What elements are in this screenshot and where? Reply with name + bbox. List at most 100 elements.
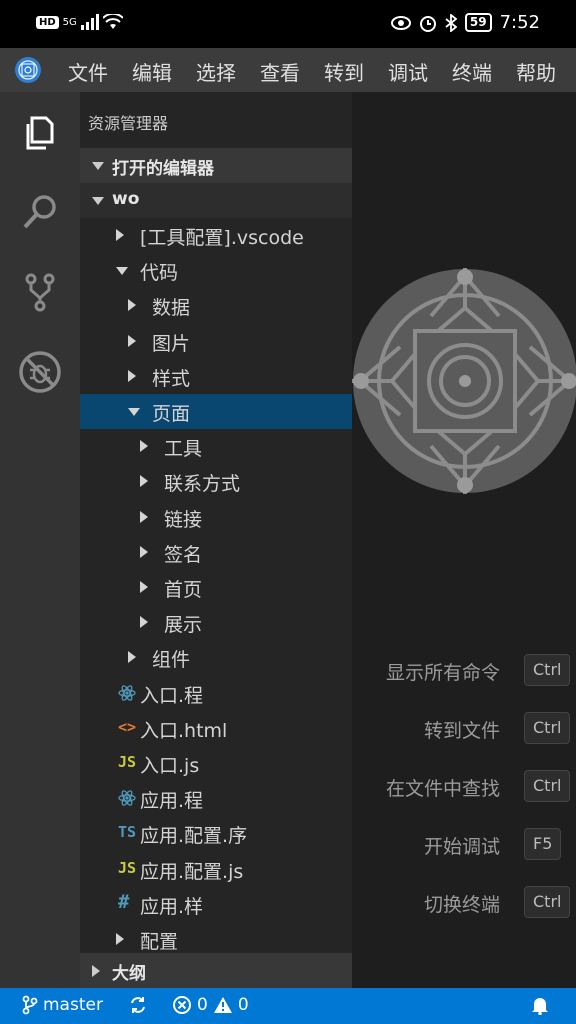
menu-debug[interactable]: 调试 <box>388 57 428 86</box>
html-file-icon: <> <box>118 717 137 736</box>
tree-item-label: 链接 <box>164 508 203 531</box>
folder-item[interactable]: 组件 <box>80 640 352 675</box>
folder-item[interactable]: 首页 <box>80 570 352 605</box>
shortcut-toggle-terminal: 切换终端 Ctrl <box>352 886 576 920</box>
tree-item-label: 组件 <box>152 649 191 672</box>
menu-view[interactable]: 查看 <box>260 57 300 86</box>
shortcut-label: 在文件中查找 <box>385 778 500 800</box>
system-indicators: 59 7:52 <box>390 12 540 33</box>
notifications-button[interactable] <box>530 995 550 1015</box>
shortcut-go-to-file: 转到文件 Ctrl <box>352 712 576 746</box>
tree-item-label: 应用.程 <box>140 790 204 813</box>
tree-item-label: 签名 <box>164 543 203 566</box>
phone-status-bar: HD 5G 59 7:52 <box>0 0 576 48</box>
wifi-icon <box>102 14 123 29</box>
file-item[interactable]: JS 入口.js <box>80 746 352 781</box>
outline-label: 大纲 <box>112 964 146 984</box>
debug-icon[interactable] <box>18 350 62 394</box>
shortcut-label: 显示所有命令 <box>385 662 500 684</box>
workspace-label: wo <box>112 189 140 209</box>
chevron-right-icon <box>116 933 124 945</box>
folder-item[interactable]: 图片 <box>80 324 352 359</box>
shortcut-find-in-files: 在文件中查找 Ctrl <box>352 770 576 804</box>
source-control-icon[interactable] <box>18 270 62 314</box>
menu-terminal[interactable]: 终端 <box>452 57 492 86</box>
editor-watermark-logo <box>352 268 576 494</box>
chevron-right-icon <box>128 651 136 664</box>
folder-item[interactable]: [工具配置].vscode <box>80 218 352 253</box>
git-branch-icon <box>22 995 38 1015</box>
chevron-down-icon <box>92 162 104 170</box>
js-file-icon: JS <box>118 753 137 771</box>
warning-count: 0 <box>237 995 249 1015</box>
file-item[interactable]: JS 应用.配置.js <box>80 852 352 887</box>
chevron-right-icon <box>140 545 148 558</box>
bell-icon <box>532 998 548 1015</box>
folder-item[interactable]: 链接 <box>80 500 352 535</box>
problems-indicator[interactable]: 0 0 <box>172 995 249 1015</box>
menu-go[interactable]: 转到 <box>324 57 364 86</box>
folder-item[interactable]: 样式 <box>80 359 352 394</box>
sync-button[interactable] <box>128 995 148 1015</box>
file-item[interactable]: <> 入口.html <box>80 711 352 746</box>
chevron-right-icon <box>128 369 136 382</box>
file-item[interactable]: 入口.程 <box>80 676 352 711</box>
menu-selection[interactable]: 选择 <box>196 57 236 86</box>
tree-item-label: 展示 <box>164 614 203 637</box>
tree-item-label: 入口.程 <box>140 684 204 707</box>
chevron-down-icon <box>92 197 104 205</box>
menu-file[interactable]: 文件 <box>68 57 108 86</box>
file-item[interactable]: 应用.程 <box>80 781 352 816</box>
shortcut-label: 开始调试 <box>423 836 500 858</box>
branch-indicator[interactable]: master <box>22 995 103 1015</box>
folder-item[interactable]: 数据 <box>80 288 352 323</box>
folder-item[interactable]: 展示 <box>80 605 352 640</box>
folder-item[interactable]: 配置 <box>80 922 352 957</box>
workspace-section[interactable]: wo <box>80 183 352 218</box>
shortcut-show-commands: 显示所有命令 Ctrl <box>352 654 576 688</box>
open-editors-section[interactable]: 打开的编辑器 <box>80 148 352 183</box>
menu-edit[interactable]: 编辑 <box>132 57 172 86</box>
chevron-right-icon <box>140 475 148 488</box>
chevron-down-icon <box>116 267 128 276</box>
folder-item[interactable]: 代码 <box>80 253 352 288</box>
hd-badge: HD <box>36 15 59 29</box>
react-file-icon <box>118 684 136 706</box>
file-item[interactable]: # 应用.样 <box>80 887 352 922</box>
folder-item[interactable]: 工具 <box>80 429 352 464</box>
file-item[interactable]: TS 应用.配置.序 <box>80 816 352 851</box>
shortcut-key: Ctrl <box>524 770 571 802</box>
css-file-icon: # <box>118 890 130 913</box>
chevron-right-icon <box>92 965 100 977</box>
chevron-down-icon <box>128 408 140 416</box>
shortcut-start-debugging: 开始调试 F5 <box>352 828 576 862</box>
folder-item[interactable]: 页面 <box>80 394 352 429</box>
tree-item-label: 数据 <box>152 297 191 320</box>
activity-bar <box>0 92 80 988</box>
bluetooth-icon <box>445 13 457 32</box>
folder-item[interactable]: 联系方式 <box>80 464 352 499</box>
shortcut-key: Ctrl <box>524 886 571 918</box>
tree-item-label: 应用.配置.js <box>140 860 244 883</box>
error-count: 0 <box>197 995 208 1015</box>
error-icon <box>173 996 191 1014</box>
chevron-right-icon <box>140 510 148 523</box>
tree-item-label: 应用.样 <box>140 895 204 918</box>
tree-item-label: 首页 <box>164 579 203 601</box>
tree-item-label: [工具配置].vscode <box>140 227 304 249</box>
warning-icon <box>213 997 232 1013</box>
search-icon[interactable] <box>18 190 62 234</box>
editor-area: 显示所有命令 Ctrl 转到文件 Ctrl 在文件中查找 Ctrl 开始调试 F… <box>352 92 576 988</box>
chevron-right-icon <box>128 299 136 312</box>
network-indicators: HD 5G <box>36 14 123 30</box>
shortcut-label: 切换终端 <box>423 894 500 916</box>
outline-section[interactable]: 大纲 <box>80 953 352 988</box>
sync-icon <box>131 997 145 1013</box>
app-logo-icon[interactable] <box>14 56 42 84</box>
open-editors-label: 打开的编辑器 <box>112 159 214 179</box>
menu-help[interactable]: 帮助 <box>516 57 556 86</box>
folder-item[interactable]: 签名 <box>80 535 352 570</box>
eye-icon <box>390 15 411 30</box>
tree-item-label: 代码 <box>140 262 179 285</box>
files-icon[interactable] <box>18 110 62 154</box>
